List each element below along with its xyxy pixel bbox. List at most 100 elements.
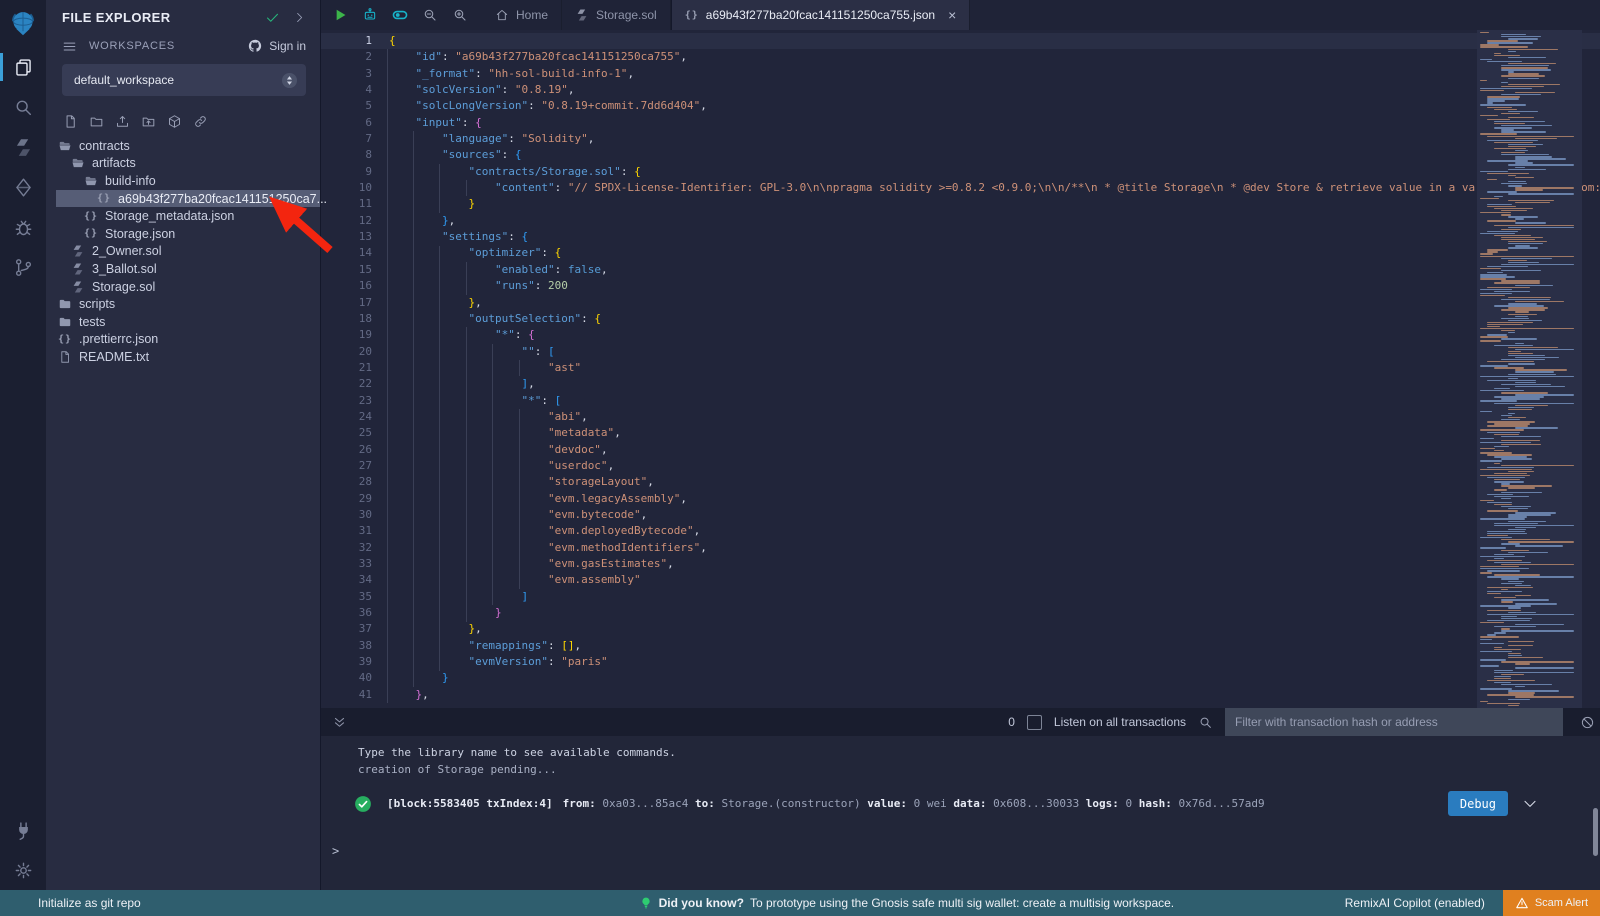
settings-icon[interactable]	[0, 855, 46, 885]
git-init-status[interactable]: Initialize as git repo	[0, 896, 468, 910]
minimap[interactable]	[1477, 30, 1582, 708]
debugger-icon[interactable]	[0, 212, 46, 242]
clear-console-icon[interactable]	[1580, 715, 1595, 730]
code-line: 38 "remappings": [],	[320, 638, 1600, 654]
tree-item-2-owner-sol[interactable]: 2_Owner.sol	[56, 243, 320, 261]
transaction-filter-input[interactable]	[1225, 708, 1563, 736]
tree-item-tests[interactable]: tests	[56, 313, 320, 331]
search-icon[interactable]	[0, 92, 46, 122]
expand-tx-chevron-icon[interactable]	[1522, 796, 1538, 812]
code-line: 35 ]	[320, 589, 1600, 605]
tab-storage-sol[interactable]: Storage.sol	[562, 0, 671, 30]
json-braces-icon: {}	[97, 193, 111, 204]
code-editor[interactable]: 1{2 "id": "a69b43f277ba20fcac141151250ca…	[320, 30, 1600, 708]
tab-home[interactable]: Home	[482, 0, 562, 30]
plugin-manager-icon[interactable]	[0, 815, 46, 845]
panel-title: FILE EXPLORER	[62, 10, 265, 25]
solidity-file-icon	[575, 8, 589, 22]
copilot-toggle-icon[interactable]	[392, 7, 408, 23]
sign-in-button[interactable]: Sign in	[247, 38, 306, 54]
expand-terminal-icon[interactable]	[332, 715, 347, 730]
warning-icon	[1515, 896, 1529, 910]
icon-sidebar	[0, 0, 46, 890]
tab-bar: HomeStorage.sol{}a69b43f277ba20fcac14115…	[320, 0, 1600, 31]
folder-open-icon	[84, 174, 98, 188]
code-line: 31 "evm.deployedBytecode",	[320, 523, 1600, 539]
editor-controls	[320, 0, 482, 30]
status-bar: Initialize as git repo Did you know? To …	[0, 890, 1600, 916]
solidity-compiler-icon[interactable]	[0, 132, 46, 162]
ipfs-cube-icon[interactable]	[167, 114, 182, 129]
tabs: HomeStorage.sol{}a69b43f277ba20fcac14115…	[482, 0, 970, 30]
tree-item-storage-metadata-json[interactable]: {}Storage_metadata.json	[56, 207, 320, 225]
file-toolbar	[46, 106, 320, 137]
code-line: 1{	[320, 33, 1600, 49]
tree-item--prettierrc-json[interactable]: {}.prettierrc.json	[56, 331, 320, 349]
tree-item-readme-txt[interactable]: README.txt	[56, 348, 320, 366]
workspace-ok-check-icon	[265, 10, 280, 25]
tab-label: Home	[516, 8, 548, 22]
upload-folder-icon[interactable]	[141, 114, 156, 129]
code-line: 5 "solcLongVersion": "0.8.19+commit.7dd6…	[320, 98, 1600, 114]
transaction-row[interactable]: [block:5583405 txIndex:4]from: 0xa03...8…	[320, 791, 1600, 816]
code-line: 2 "id": "a69b43f277ba20fcac141151250ca75…	[320, 49, 1600, 65]
code-line: 23 "*": [	[320, 393, 1600, 409]
tree-item-label: Storage.json	[105, 227, 175, 241]
debug-button[interactable]: Debug	[1448, 791, 1508, 816]
tree-item-build-info[interactable]: build-info	[56, 172, 320, 190]
run-script-icon[interactable]	[332, 7, 348, 23]
status-right: RemixAI Copilot (enabled) Scam Alert	[1345, 890, 1600, 916]
terminal-output: Type the library name to see available c…	[320, 736, 1600, 870]
workspaces-label: WORKSPACES	[89, 40, 247, 52]
code-line: 29 "evm.legacyAssembly",	[320, 491, 1600, 507]
code-line: 19 "*": {	[320, 327, 1600, 343]
tree-item-artifacts[interactable]: artifacts	[56, 155, 320, 173]
code-line: 41 },	[320, 687, 1600, 703]
code-line: 37 },	[320, 621, 1600, 637]
tree-item-label: README.txt	[79, 350, 149, 364]
folder-open-icon	[58, 139, 72, 153]
code-line: 13 "settings": {	[320, 229, 1600, 245]
code-line: 40 }	[320, 670, 1600, 686]
new-file-icon[interactable]	[63, 114, 78, 129]
git-icon[interactable]	[0, 252, 46, 282]
ai-copilot-icon[interactable]	[362, 7, 378, 23]
tree-item-contracts[interactable]: contracts	[56, 137, 320, 155]
code-line: 15 "enabled": false,	[320, 262, 1600, 278]
tree-item-scripts[interactable]: scripts	[56, 295, 320, 313]
tree-item-label: Storage.sol	[92, 280, 155, 294]
zoom-out-icon[interactable]	[422, 7, 438, 23]
scam-alert-badge[interactable]: Scam Alert	[1503, 890, 1600, 916]
tree-item-label: contracts	[79, 139, 130, 153]
folder-open-icon	[71, 156, 85, 170]
terminal-scrollbar[interactable]	[1593, 808, 1598, 856]
code-content[interactable]: 1{2 "id": "a69b43f277ba20fcac141151250ca…	[320, 33, 1600, 703]
code-line: 20 "": [	[320, 344, 1600, 360]
workspace-dropdown-icon	[280, 71, 299, 90]
tree-item-storage-json[interactable]: {}Storage.json	[56, 225, 320, 243]
link-icon[interactable]	[193, 114, 208, 129]
tab-a69b43f277ba20fcac141151250ca755-json[interactable]: {}a69b43f277ba20fcac141151250ca755.json×	[671, 0, 971, 30]
zoom-in-icon[interactable]	[452, 7, 468, 23]
hamburger-menu-icon[interactable]	[62, 39, 77, 54]
new-folder-icon[interactable]	[89, 114, 104, 129]
terminal-prompt: >	[332, 844, 339, 858]
code-line: 36 }	[320, 605, 1600, 621]
tree-item-a69b43f277ba20fcac141151250ca7-[interactable]: {}a69b43f277ba20fcac141151250ca7...	[56, 190, 320, 208]
remix-logo-icon[interactable]	[0, 6, 46, 42]
tree-item-3-ballot-sol[interactable]: 3_Ballot.sol	[56, 260, 320, 278]
code-line: 26 "devdoc",	[320, 442, 1600, 458]
chevron-right-icon[interactable]	[293, 11, 306, 24]
terminal-search-icon[interactable]	[1198, 715, 1213, 730]
code-line: 9 "contracts/Storage.sol": {	[320, 164, 1600, 180]
code-line: 6 "input": {	[320, 115, 1600, 131]
upload-file-icon[interactable]	[115, 114, 130, 129]
close-tab-icon[interactable]: ×	[948, 8, 956, 22]
file-explorer-icon[interactable]	[0, 52, 46, 82]
file-tree: contracts artifactsbuild-info{}a69b43f277…	[46, 137, 320, 366]
tree-item-storage-sol[interactable]: Storage.sol	[56, 278, 320, 296]
workspace-select[interactable]: default_workspace	[62, 64, 306, 96]
tab-label: a69b43f277ba20fcac141151250ca755.json	[706, 8, 935, 22]
deploy-run-icon[interactable]	[0, 172, 46, 202]
listen-checkbox[interactable]	[1027, 715, 1042, 730]
